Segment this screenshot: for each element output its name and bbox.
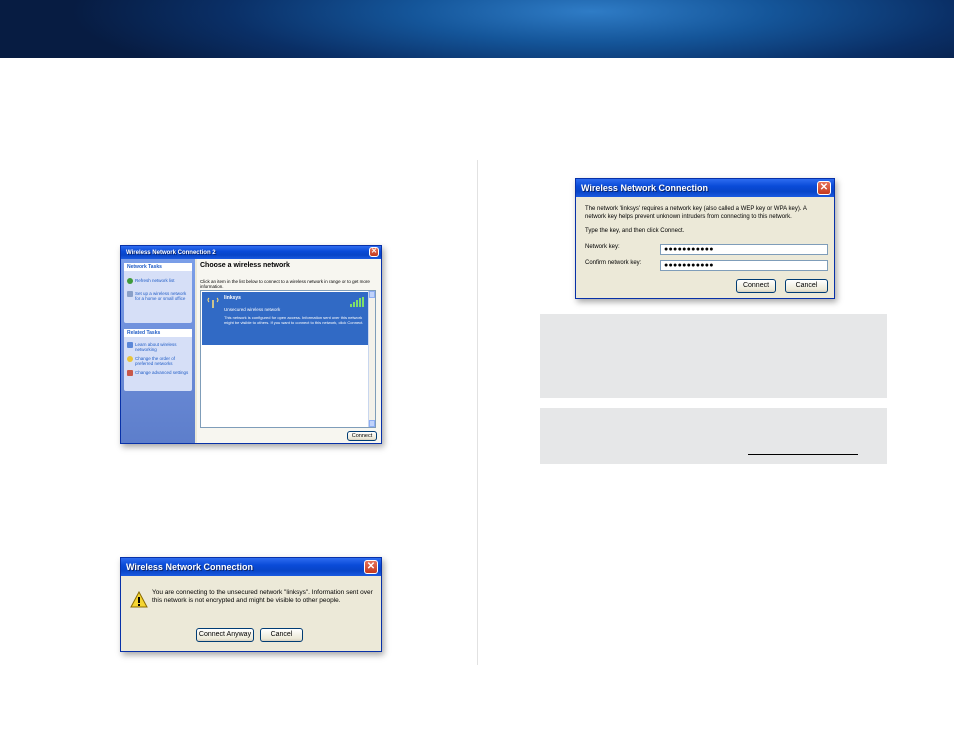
warning-message: You are connecting to the unsecured netw… [152,589,373,604]
key-instruction: Type the key, and then click Connect. [585,228,685,234]
cancel-button[interactable]: Cancel [785,279,828,293]
task-label: Set up a wireless network for a home or … [135,291,187,301]
pane-instructions: Click an item in the list below to conne… [200,279,370,289]
pane-heading: Choose a wireless network [200,262,290,269]
connect-anyway-button[interactable]: Connect Anyway [196,628,254,642]
scroll-up-arrow[interactable] [369,291,375,298]
window-titlebar[interactable]: Wireless Network Connection ✕ [121,558,381,576]
warning-icon [130,591,148,608]
close-icon[interactable]: ✕ [817,181,831,195]
network-tasks-panel: Network Tasks Refresh network list Set u… [124,263,192,323]
star-icon [127,356,133,362]
window-titlebar[interactable]: Wireless Network Connection 2 ✕ [121,246,381,259]
task-sidebar: Network Tasks Refresh network list Set u… [121,259,195,443]
confirm-key-field[interactable]: ●●●●●●●●●●● [660,260,828,271]
related-tasks-header: Related Tasks [124,329,192,337]
window-titlebar[interactable]: Wireless Network Connection ✕ [576,179,834,197]
window-title: Wireless Network Connection [126,562,253,572]
key-message: The network 'linksys' requires a network… [585,206,807,220]
network-key-field[interactable]: ●●●●●●●●●●● [660,244,828,255]
window-title: Wireless Network Connection [581,183,708,193]
network-key-window: Wireless Network Connection ✕ The networ… [575,178,835,299]
learn-wireless-link[interactable]: Learn about wireless networking [124,340,192,354]
task-label: Refresh network list [135,278,175,283]
signal-strength-icon [350,297,364,307]
hyperlink-underline[interactable] [748,454,858,455]
note-box [540,314,887,398]
network-description: This network is configured for open acce… [224,315,364,325]
manual-page: Wireless Network Connection 2 ✕ Network … [0,0,954,737]
refresh-network-list-link[interactable]: Refresh network list [124,276,192,286]
change-advanced-settings-link[interactable]: Change advanced settings [124,368,192,378]
task-label: Change advanced settings [135,370,189,375]
wireless-antenna-icon [207,297,219,308]
task-label: Change the order of preferred networks [135,356,176,366]
change-network-order-link[interactable]: Change the order of preferred networks [124,354,192,368]
connect-button[interactable]: Connect [347,431,377,441]
network-security-status: Unsecured wireless network [224,307,281,312]
network-list-item-linksys[interactable]: linksys Unsecured wireless network This … [202,292,368,345]
wireless-info-icon [127,342,133,348]
window-title: Wireless Network Connection 2 [126,249,216,256]
close-icon[interactable]: ✕ [369,247,379,257]
settings-icon [127,370,133,376]
note-box [540,408,887,464]
network-key-label: Network key: [585,244,620,250]
header-banner [0,0,954,58]
refresh-icon [127,278,133,284]
network-list-pane: Choose a wireless network Click an item … [197,259,381,443]
list-scrollbar[interactable] [368,291,375,427]
related-tasks-panel: Related Tasks Learn about wireless netwo… [124,329,192,391]
network-name: linksys [224,295,241,301]
network-tasks-header: Network Tasks [124,263,192,271]
connect-button[interactable]: Connect [736,279,776,293]
scroll-down-arrow[interactable] [369,420,375,427]
close-icon[interactable]: ✕ [364,560,378,574]
cancel-button[interactable]: Cancel [260,628,303,642]
unsecured-warning-window: Wireless Network Connection ✕ You are co… [120,557,382,652]
confirm-key-label: Confirm network key: [585,260,642,266]
task-label: Learn about wireless networking [135,342,177,352]
wireless-network-list[interactable]: linksys Unsecured wireless network This … [200,290,376,428]
setup-wireless-network-link[interactable]: Set up a wireless network for a home or … [124,289,192,303]
choose-network-window: Wireless Network Connection 2 ✕ Network … [120,245,382,444]
column-divider [477,160,478,665]
network-setup-icon [127,291,133,297]
